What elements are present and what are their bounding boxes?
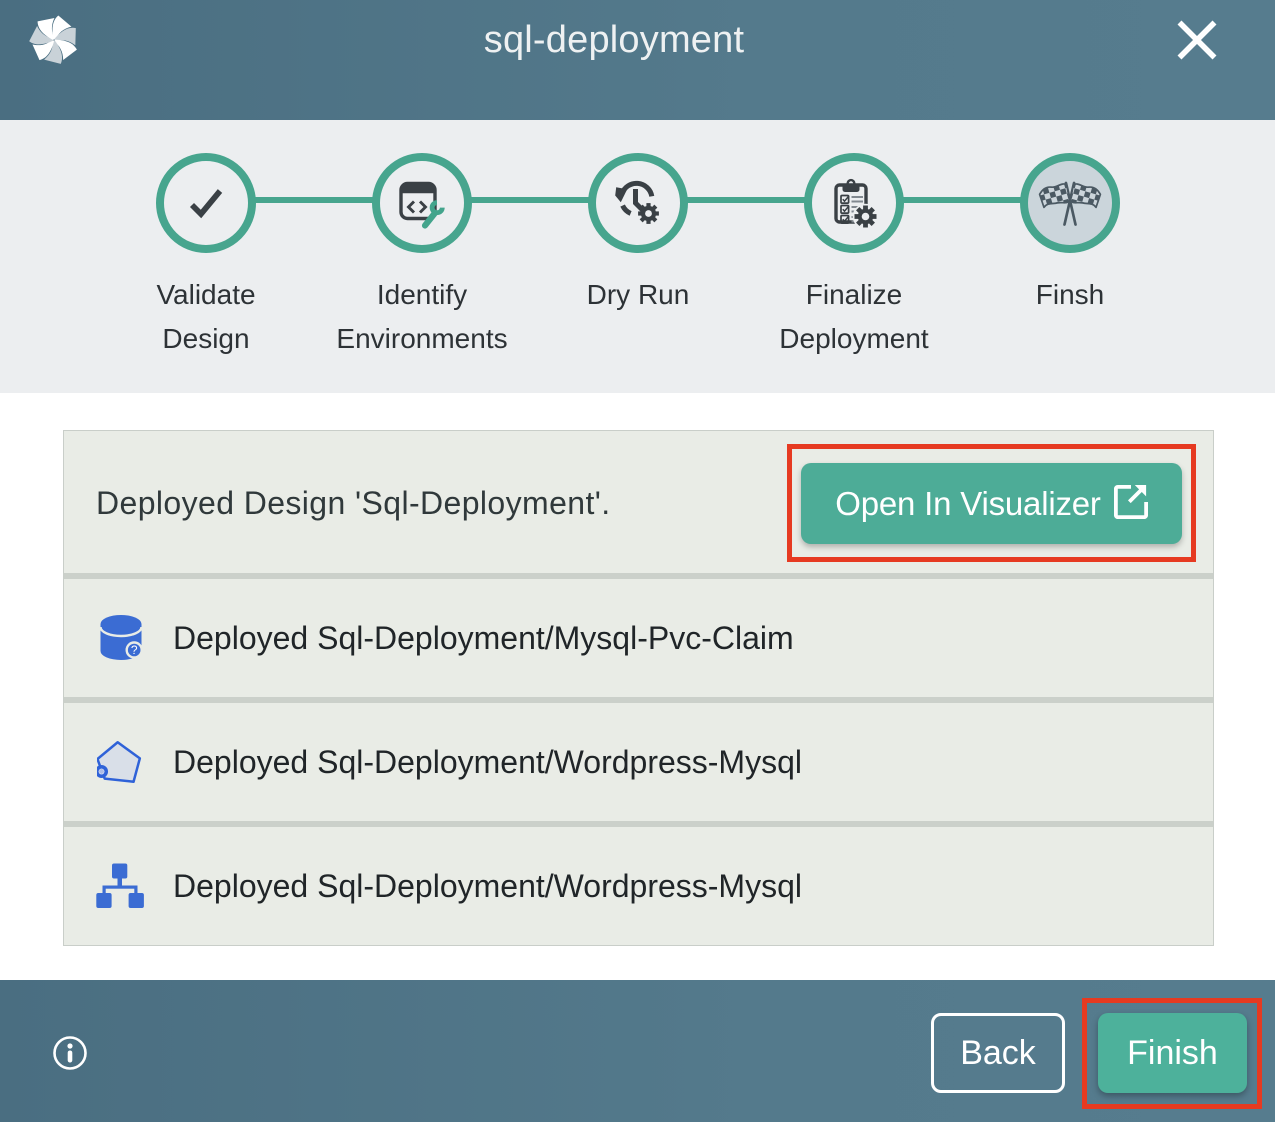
svg-text:?: ? <box>131 643 138 657</box>
